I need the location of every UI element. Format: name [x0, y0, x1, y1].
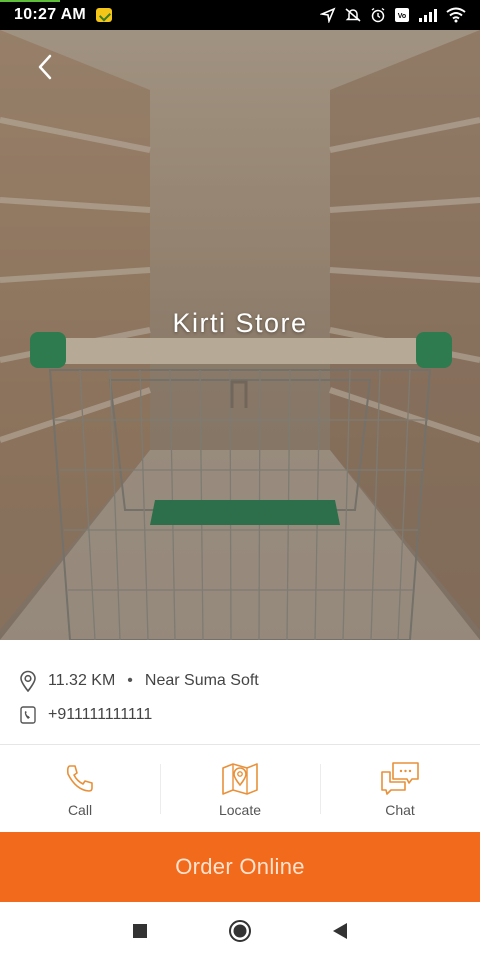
- status-icons: Vo: [320, 7, 466, 23]
- status-bar: 10:27 AM Vo: [0, 0, 480, 30]
- store-title: Kirti Store: [172, 308, 308, 338]
- location-row: 11.32 KM • Near Suma Soft: [18, 670, 259, 692]
- chat-label: Chat: [385, 802, 415, 818]
- alarm-icon: [371, 7, 385, 23]
- signal-icon: [419, 9, 437, 22]
- distance-text: 11.32 KM: [48, 672, 116, 689]
- back-icon: [333, 923, 347, 939]
- home-icon: [229, 920, 251, 942]
- chat-button[interactable]: Chat: [320, 746, 480, 832]
- mute-icon: [345, 8, 361, 22]
- locate-label: Locate: [218, 802, 262, 818]
- phone-number[interactable]: +911111111111: [48, 706, 152, 724]
- nav-back-button[interactable]: [290, 902, 390, 960]
- store-info: 11.32 KM • Near Suma Soft +911111111111: [0, 640, 480, 745]
- order-online-button[interactable]: Order Online: [0, 832, 480, 902]
- separator-dot: •: [127, 672, 133, 689]
- phone-row[interactable]: +911111111111: [18, 704, 152, 726]
- call-label: Call: [67, 802, 93, 818]
- phone-box-icon: [18, 704, 38, 726]
- phone-icon: [64, 758, 96, 798]
- recent-apps-button[interactable]: [90, 902, 190, 960]
- recent-apps-icon: [133, 924, 147, 938]
- map-pin-icon: [220, 758, 260, 798]
- status-progress-line: [0, 0, 60, 2]
- chat-icon: [379, 758, 421, 798]
- back-button[interactable]: [30, 52, 60, 82]
- wifi-icon: [446, 7, 466, 23]
- landmark-text: Near Suma Soft: [144, 672, 259, 689]
- volte-icon: Vo: [395, 8, 409, 22]
- home-button[interactable]: [190, 902, 290, 960]
- status-time: 10:27 AM: [14, 6, 87, 23]
- action-bar: Call Locate Chat: [0, 746, 480, 832]
- call-button[interactable]: Call: [0, 746, 160, 832]
- back-arrow-icon: [38, 54, 52, 80]
- svg-text:Vo: Vo: [398, 13, 406, 20]
- system-navbar: [0, 902, 480, 960]
- app-notification-icon: [96, 8, 113, 22]
- locate-button[interactable]: Locate: [160, 746, 320, 832]
- navigation-icon: [320, 7, 336, 23]
- location-pin-icon: [18, 670, 38, 692]
- store-hero-image: Kirti Store: [0, 30, 480, 640]
